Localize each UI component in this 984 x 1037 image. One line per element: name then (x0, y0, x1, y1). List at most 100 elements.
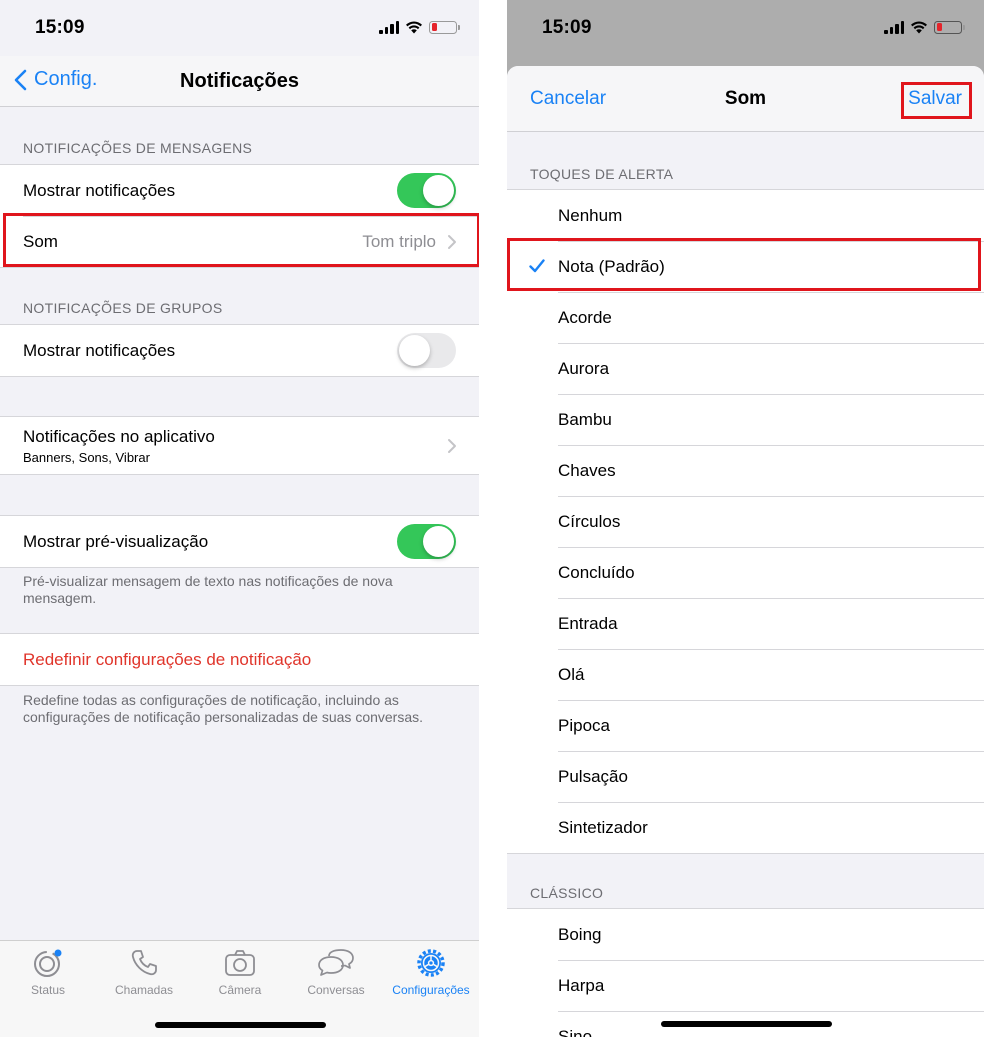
sound-label: Som (23, 231, 58, 251)
preview-group: Mostrar pré-visualização (0, 515, 479, 568)
message-show-notifications-label: Mostrar notificações (23, 180, 176, 200)
status-icons (379, 20, 460, 34)
tone-option[interactable]: Nenhum (507, 190, 984, 241)
tone-option[interactable]: Aurora (507, 343, 984, 394)
in-app-notifications-sublabel: Banners, Sons, Vibrar (23, 449, 150, 465)
message-notifications-group: Mostrar notificações Som Tom triplo (0, 164, 479, 268)
tone-option[interactable]: Bambu (507, 394, 984, 445)
tone-option[interactable]: Sintetizador (507, 802, 984, 853)
tone-option[interactable]: Concluído (507, 547, 984, 598)
reset-group: Redefinir configurações de notificação (0, 633, 479, 686)
navigation-bar: Config. Notificações (0, 56, 479, 107)
tab-chats-label: Conversas (307, 983, 365, 997)
gear-icon (417, 949, 445, 977)
in-app-notifications-label: Notificações no aplicativo (23, 426, 215, 446)
reset-note: Redefine todas as configurações de notif… (23, 692, 424, 725)
tone-label: Harpa (558, 975, 605, 995)
wifi-icon (911, 21, 927, 34)
checkmark-icon (529, 259, 545, 273)
chevron-right-icon (448, 234, 456, 249)
classic-header: CLÁSSICO (530, 885, 604, 901)
tone-option[interactable]: Acorde (507, 292, 984, 343)
status-time: 15:09 (35, 17, 85, 38)
sound-sheet: Cancelar Som Salvar TOQUES DE ALERTA Nen… (507, 66, 984, 1037)
tone-label: Nota (Padrão) (558, 256, 665, 276)
tone-label: Círculos (558, 511, 621, 531)
tab-status[interactable]: Status (0, 947, 96, 997)
status-time: 15:09 (542, 17, 592, 38)
group-show-notifications-label: Mostrar notificações (23, 340, 176, 360)
tab-status-label: Status (30, 983, 66, 997)
in-app-notifications-row[interactable]: Notificações no aplicativo Banners, Sons… (0, 417, 479, 474)
cellular-signal-icon (379, 20, 399, 34)
sound-value: Tom triplo (362, 231, 436, 251)
classic-tones-list: Boing Harpa Sino (507, 908, 984, 1037)
alert-tones-list: Nenhum Nota (Padrão) Acorde Aurora Bambu… (507, 189, 984, 854)
status-bar: 15:09 (507, 0, 984, 56)
tone-option[interactable]: Círculos (507, 496, 984, 547)
wifi-icon (406, 21, 422, 34)
alert-tones-header: TOQUES DE ALERTA (530, 166, 674, 182)
sound-picker-screen: 15:09 Cancelar Som Salvar TOQUES DE ALER… (507, 0, 984, 1037)
tone-option[interactable]: Olá (507, 649, 984, 700)
show-preview-label: Mostrar pré-visualização (23, 531, 209, 551)
tone-option-selected[interactable]: Nota (Padrão) (507, 241, 984, 292)
tab-bar: Status Chamadas Câmera Conversas Configu… (0, 940, 479, 1037)
chevron-right-icon (448, 439, 456, 453)
tone-label: Acorde (558, 307, 612, 327)
tone-label: Concluído (558, 562, 635, 582)
tone-label: Sino (558, 1026, 593, 1037)
save-button[interactable]: Salvar (908, 88, 962, 110)
group-notifications-header: NOTIFICAÇÕES DE GRUPOS (23, 300, 223, 316)
tab-settings-label: Configurações (392, 983, 470, 997)
message-notifications-header: NOTIFICAÇÕES DE MENSAGENS (23, 140, 253, 156)
tone-option[interactable]: Harpa (507, 960, 984, 1011)
tone-label: Olá (558, 664, 585, 684)
reset-notifications-button[interactable]: Redefinir configurações de notificação (0, 634, 479, 685)
camera-icon (225, 950, 255, 976)
show-preview-toggle[interactable] (397, 524, 456, 559)
battery-icon (934, 20, 965, 34)
tab-camera-label: Câmera (218, 983, 262, 997)
group-show-notifications-toggle[interactable] (397, 333, 456, 368)
tone-label: Entrada (558, 613, 618, 633)
group-show-notifications-row: Mostrar notificações (0, 325, 479, 376)
tone-option[interactable]: Chaves (507, 445, 984, 496)
page-title: Notificações (180, 70, 299, 92)
tone-option[interactable]: Pulsação (507, 751, 984, 802)
tone-label: Nenhum (558, 205, 623, 225)
sound-row[interactable]: Som Tom triplo (0, 216, 479, 267)
notifications-screen: 15:09 Config. Notificações NOTIFICAÇÕES … (0, 0, 479, 1037)
tab-settings[interactable]: Configurações (383, 947, 479, 997)
preview-note: Pré-visualizar mensagem de texto nas not… (23, 573, 393, 606)
in-app-notifications-group: Notificações no aplicativo Banners, Sons… (0, 416, 479, 475)
message-show-notifications-toggle[interactable] (397, 173, 456, 208)
tone-label: Pulsação (558, 766, 628, 786)
tone-option[interactable]: Pipoca (507, 700, 984, 751)
tone-label: Aurora (558, 358, 610, 378)
tab-chats[interactable]: Conversas (288, 947, 384, 997)
tab-calls-label: Chamadas (114, 983, 174, 997)
tone-label: Bambu (558, 409, 612, 429)
chat-bubbles-icon (318, 949, 354, 976)
tab-calls[interactable]: Chamadas (96, 947, 192, 997)
tone-label: Pipoca (558, 715, 610, 735)
status-bar: 15:09 (0, 0, 479, 56)
tab-camera[interactable]: Câmera (192, 947, 288, 997)
tone-label: Boing (558, 924, 602, 944)
sheet-navigation-bar: Cancelar Som Salvar (507, 66, 984, 132)
tone-option[interactable]: Entrada (507, 598, 984, 649)
home-indicator (154, 1022, 326, 1028)
tone-label: Chaves (558, 460, 616, 480)
battery-icon (429, 20, 460, 34)
cellular-signal-icon (884, 20, 904, 34)
group-notifications-group: Mostrar notificações (0, 324, 479, 377)
phone-icon (131, 950, 157, 976)
tone-label: Sintetizador (558, 817, 648, 837)
status-icon (34, 949, 62, 977)
show-preview-row: Mostrar pré-visualização (0, 516, 479, 567)
message-show-notifications-row: Mostrar notificações (0, 165, 479, 216)
tone-option[interactable]: Boing (507, 909, 984, 960)
status-icons (884, 20, 965, 34)
home-indicator (660, 1021, 832, 1027)
